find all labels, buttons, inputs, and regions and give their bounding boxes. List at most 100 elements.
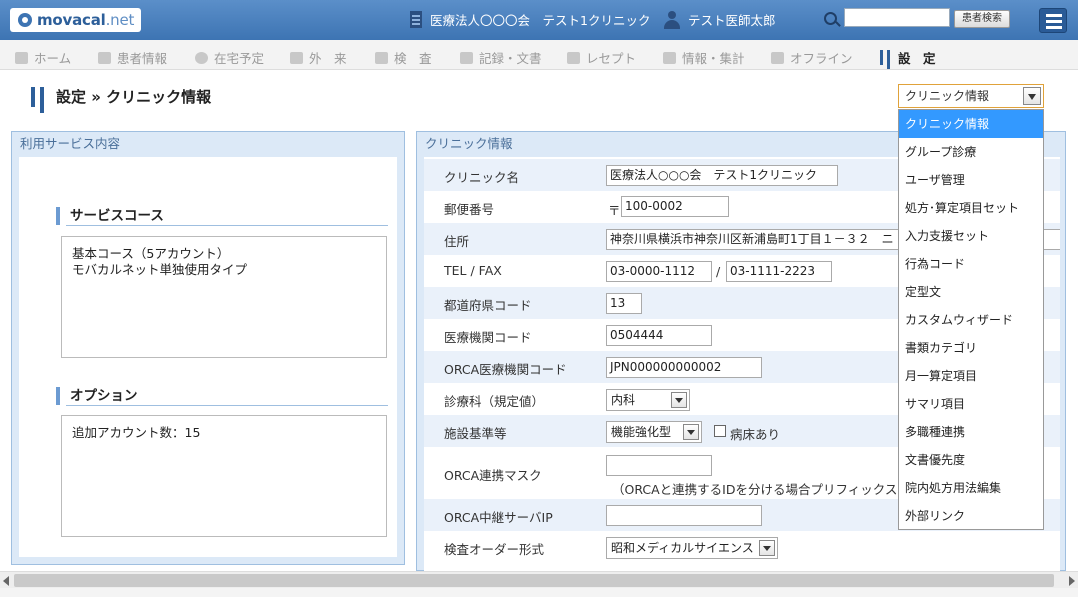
option-line: 追加アカウント数：15 [72, 425, 201, 440]
tel-input[interactable]: 03-0000-1112 [606, 261, 712, 282]
nav-label: ホーム [34, 51, 72, 66]
postal-label: 郵便番号 [444, 202, 495, 217]
movacal-logo[interactable]: movacal.net [10, 8, 141, 32]
institution-input[interactable]: 0504444 [606, 325, 712, 346]
exam-order-label: 検査オーダー形式 [444, 542, 545, 557]
row-exam-order: 検査オーダー形式 昭和メディカルサイエンス [424, 531, 1060, 563]
nav-outpatient[interactable]: 外 来 [290, 48, 347, 67]
nav-label: レセプト [586, 51, 637, 66]
nav-patients[interactable]: 患者情報 [98, 48, 167, 67]
orca-institution-input[interactable]: JPN000000000002 [606, 357, 762, 378]
dropdown-option[interactable]: 外部リンク [899, 502, 1043, 530]
service-course-box: 基本コース（5アカウント） モバカルネット単独使用タイプ [61, 236, 387, 358]
service-course-heading: サービスコース [56, 207, 164, 225]
dropdown-option[interactable]: 定型文 [899, 278, 1043, 306]
department-select[interactable]: 内科 [606, 389, 690, 411]
patients-icon [98, 51, 111, 64]
facility-select[interactable]: 機能強化型 [606, 421, 702, 443]
bed-label: 病床あり [730, 427, 781, 442]
building-icon [410, 11, 422, 28]
orca-mask-input[interactable] [606, 455, 712, 476]
scroll-left-icon[interactable] [3, 576, 9, 586]
nav-label: 記録・文書 [479, 51, 542, 66]
service-line: モバカルネット単独使用タイプ [72, 262, 248, 277]
divider [66, 405, 388, 406]
dropdown-option[interactable]: 行為コード [899, 250, 1043, 278]
nav-exam[interactable]: 検 査 [375, 48, 432, 67]
nav-label: 検 査 [394, 51, 432, 66]
scroll-right-icon[interactable] [1069, 576, 1075, 586]
dropdown-option[interactable]: クリニック情報 [899, 110, 1043, 138]
fax-input[interactable]: 03-1111-2223 [726, 261, 832, 282]
dropdown-option[interactable]: 処方･算定項目セット [899, 194, 1043, 222]
page-title-text: 設定 » クリニック情報 [56, 88, 212, 106]
patient-search-button[interactable]: 患者検索 [954, 10, 1010, 28]
hamburger-menu-button[interactable] [1039, 8, 1067, 33]
receipt-icon [567, 51, 580, 64]
dropdown-option[interactable]: グループ診療 [899, 138, 1043, 166]
nav-receipt[interactable]: レセプト [567, 48, 636, 67]
dropdown-option[interactable]: 書類カテゴリ [899, 334, 1043, 362]
patient-search-input[interactable] [844, 8, 950, 27]
exam-order-select[interactable]: 昭和メディカルサイエンス [606, 537, 778, 559]
horizontal-scrollbar[interactable] [0, 571, 1078, 588]
nav-settings[interactable]: 設 定 [879, 48, 936, 69]
option-box: 追加アカウント数：15 [61, 415, 387, 537]
bed-checkbox[interactable] [714, 425, 726, 437]
settings-page-dropdown: クリニック情報 グループ診療 ユーザ管理 処方･算定項目セット 入力支援セット … [898, 109, 1044, 530]
search-icon [824, 12, 837, 25]
logo-net-text: .net [105, 11, 135, 29]
page-title: 設定 » クリニック情報 [30, 86, 212, 113]
scrollbar-thumb[interactable] [14, 574, 1054, 587]
nav-label: 情報・集計 [682, 51, 745, 66]
facility-value: 機能強化型 [611, 425, 672, 439]
app-header: movacal.net 医療法人〇〇〇会 テスト1クリニック テスト医師太郎 患… [0, 0, 1078, 40]
orca-institution-label: ORCA医療機関コード [444, 362, 567, 377]
menu-bar-icon [1046, 26, 1062, 29]
clinic-name-input[interactable]: 医療法人○○○会 テスト1クリニック [606, 165, 838, 186]
select-value: クリニック情報 [905, 89, 990, 103]
nav-offline[interactable]: オフライン [771, 48, 853, 67]
chevron-down-icon [683, 424, 699, 440]
orca-relay-label: ORCA中継サーバIP [444, 510, 553, 525]
user-name-text: テスト医師太郎 [688, 13, 776, 28]
department-label: 診療科（規定値） [444, 394, 545, 409]
settings-page-select[interactable]: クリニック情報 [898, 84, 1044, 108]
current-user[interactable]: テスト医師太郎 [663, 10, 776, 29]
dropdown-option[interactable]: 院内処方用法編集 [899, 474, 1043, 502]
tel-fax-separator: / [716, 264, 721, 279]
main-nav: ホーム 患者情報 在宅予定 外 来 検 査 記録・文書 レセプト 情報・集計 オ… [0, 40, 1078, 70]
user-icon [663, 10, 681, 29]
address-label: 住所 [444, 234, 470, 249]
menu-bar-icon [1046, 14, 1062, 17]
offline-icon [771, 51, 784, 64]
chevron-down-icon [759, 540, 775, 556]
exam-order-value: 昭和メディカルサイエンス [611, 541, 754, 555]
nav-label: 在宅予定 [214, 51, 265, 66]
nav-records[interactable]: 記録・文書 [460, 48, 542, 67]
nav-label: 患者情報 [117, 51, 168, 66]
institution-label: 医療機関コード [444, 330, 532, 345]
service-panel-title: 利用サービス内容 [20, 136, 121, 151]
divider [66, 225, 388, 226]
nav-home[interactable]: ホーム [15, 48, 71, 67]
dropdown-option[interactable]: ユーザ管理 [899, 166, 1043, 194]
dropdown-option[interactable]: 月一算定項目 [899, 362, 1043, 390]
nav-label: 外 来 [309, 51, 347, 66]
dropdown-option[interactable]: 文書優先度 [899, 446, 1043, 474]
dropdown-option[interactable]: カスタムウィザード [899, 306, 1043, 334]
orca-relay-input[interactable] [606, 505, 762, 526]
dropdown-option[interactable]: 多職種連携 [899, 418, 1043, 446]
prefecture-input[interactable]: 13 [606, 293, 642, 314]
clinic-name-header: 医療法人〇〇〇会 テスト1クリニック [410, 10, 650, 29]
dropdown-option[interactable]: サマリ項目 [899, 390, 1043, 418]
option-heading: オプション [56, 387, 138, 405]
postal-mark: 〒 [608, 203, 621, 218]
tool-icon [879, 50, 892, 69]
window-bottom-edge [0, 588, 1078, 597]
postal-input[interactable]: 100-0002 [621, 196, 729, 217]
nav-home-visit[interactable]: 在宅予定 [195, 48, 264, 67]
dropdown-option[interactable]: 入力支援セット [899, 222, 1043, 250]
nav-label: オフライン [790, 51, 853, 66]
nav-info[interactable]: 情報・集計 [663, 48, 745, 67]
